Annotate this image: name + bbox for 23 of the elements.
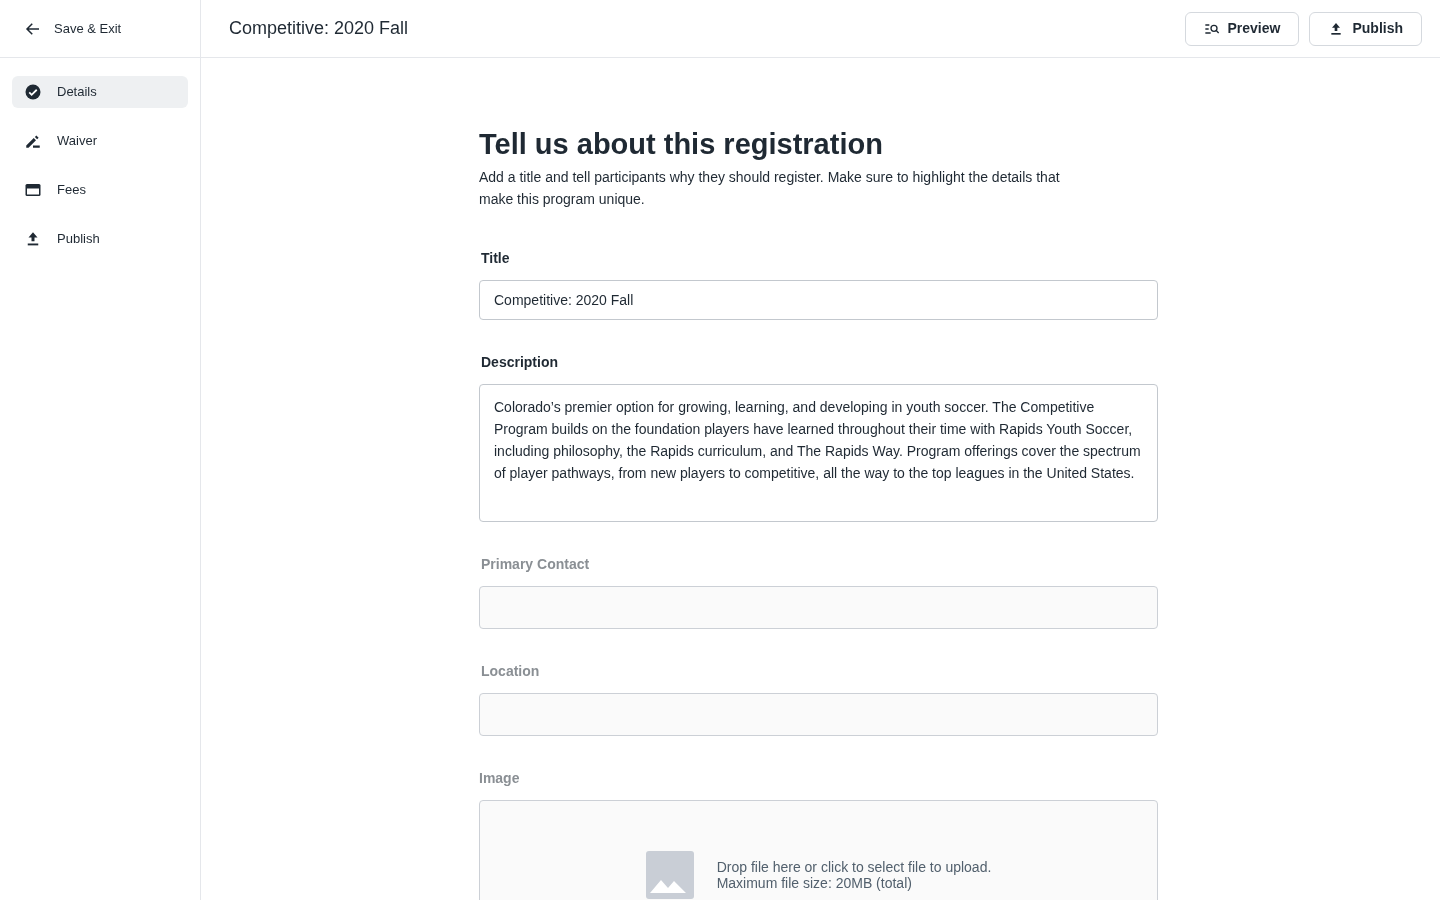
sidebar-item[interactable]: Waiver: [12, 125, 188, 157]
sidebar-item[interactable]: Details: [12, 76, 188, 108]
field-label: Description: [480, 353, 559, 372]
field-label: Primary Contact: [480, 555, 591, 574]
form-intro: Add a title and tell participants why they should register. Make sure to highlight the details that make this program unique.: [479, 168, 1061, 209]
field-label: Title: [480, 249, 511, 268]
text-field[interactable]: Competitive: 2020 Fall: [479, 280, 1158, 320]
sidebar-item[interactable]: Fees: [12, 174, 188, 206]
publish-button[interactable]: Publish: [1309, 11, 1422, 46]
form-heading: Tell us about this registration: [479, 127, 884, 162]
file-size-limit: Maximum file size: 20MB (total): [716, 875, 913, 891]
check-circle-icon: [24, 83, 42, 101]
field-label: Image: [479, 769, 521, 788]
description-field[interactable]: Colorado’s premier option for growing, learning, and developing in youth soccer. The Competitive Program builds on the foundation players have learned throughout their time with Rapids Youth Soccer, including philosophy, the Rapids curriculum, and The Rapids Way. Program offerings cover the spectrum of player pathways, from new players to competitive, all the way to the top leagues in the United States.: [479, 384, 1158, 522]
credit-card-icon: [24, 181, 42, 199]
sidebar-item[interactable]: Publish: [12, 223, 188, 255]
preview-button[interactable]: Preview: [1184, 11, 1300, 46]
image-placeholder-icon: [645, 851, 694, 899]
upload-hint: Drop file here or click to select file to upload.: [716, 859, 992, 875]
pen-icon: [24, 132, 42, 150]
save-exit-button[interactable]: Save & Exit: [24, 18, 122, 39]
page-title: Competitive: 2020 Fall: [229, 17, 409, 40]
field-label: Location: [480, 662, 541, 681]
